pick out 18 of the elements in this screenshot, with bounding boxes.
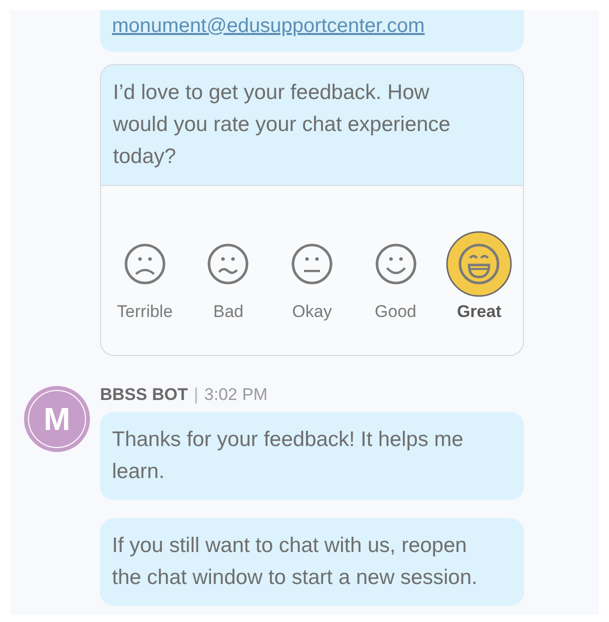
timestamp: 3:02 PM bbox=[204, 384, 268, 406]
message-text: Thanks for your feedback! It helps me learn. bbox=[112, 427, 464, 485]
sender-name: BBSS BOT bbox=[100, 384, 188, 406]
avatar: M bbox=[24, 386, 90, 452]
frowning-face-icon bbox=[207, 242, 250, 285]
rating-option[interactable]: Bad bbox=[188, 230, 268, 324]
frowning-face-icon bbox=[124, 242, 166, 285]
neutral-face-icon bbox=[290, 242, 333, 285]
rating-option[interactable]: Good bbox=[356, 230, 436, 324]
smiling-face-icon bbox=[374, 242, 417, 285]
rating-option[interactable]: Okay bbox=[272, 230, 352, 324]
separator: | bbox=[194, 384, 198, 406]
message-text: If you still want to chat with us, reopen the chat window to start a new session. bbox=[112, 533, 478, 591]
rating-option[interactable]: Terrible bbox=[104, 230, 185, 324]
email-link[interactable]: monument@edusupportcenter.com bbox=[112, 15, 425, 37]
rating-option[interactable]: Great bbox=[439, 230, 520, 324]
grinning-face-icon bbox=[446, 230, 512, 297]
message-text: I’d love to get your feedback. How would you rate your chat experience today? bbox=[113, 80, 452, 170]
